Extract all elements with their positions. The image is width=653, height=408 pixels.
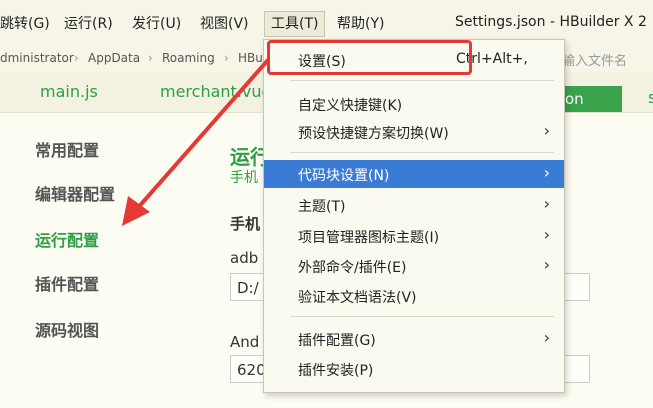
annotation-arrow-icon xyxy=(122,58,270,226)
annotation-arrow-line xyxy=(134,58,270,212)
